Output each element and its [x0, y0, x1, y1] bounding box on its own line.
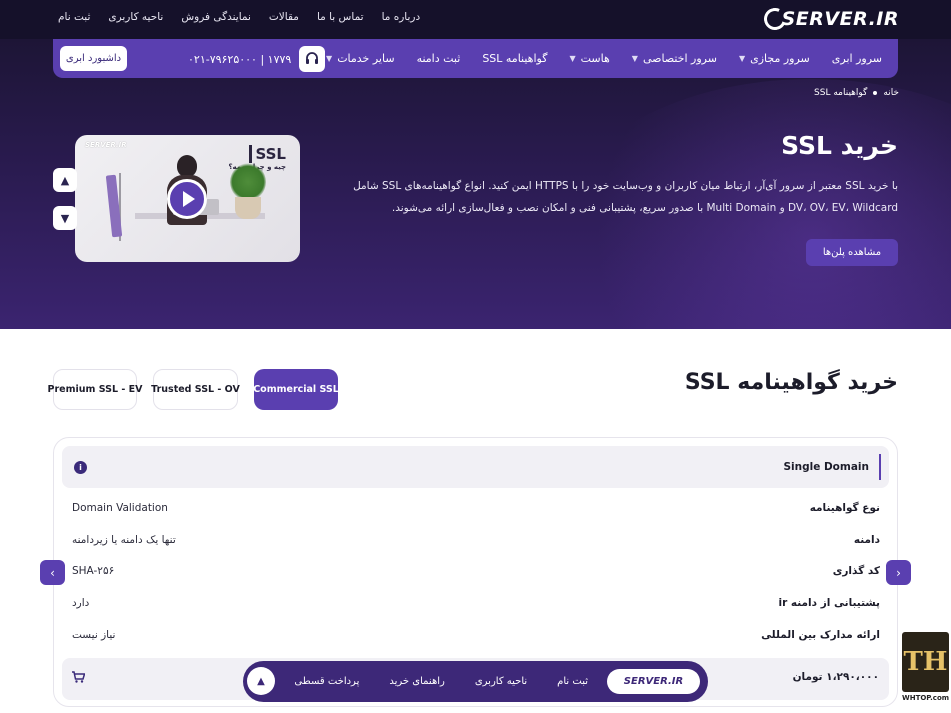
- plan-header: Single Domain i: [62, 446, 889, 488]
- slider-next-button[interactable]: ›: [886, 560, 911, 585]
- site-logo[interactable]: SERVER.IR: [760, 4, 899, 34]
- phone-number: ۰۲۱-۷۹۶۲۵۰۰۰ | ۱۷۷۹: [188, 52, 292, 66]
- nav-label: سرور ابری: [831, 52, 882, 65]
- video-title: SSL: [248, 145, 286, 163]
- top-link-register[interactable]: ثبت نام: [58, 11, 90, 23]
- breadcrumb: خانه گواهینامه SSL: [814, 88, 899, 98]
- plan-row: کد گذاری SHA-۲۵۶: [72, 565, 880, 585]
- row-value: نیاز نیست: [72, 629, 116, 641]
- row-value: دارد: [72, 597, 90, 609]
- breadcrumb-home[interactable]: خانه: [883, 88, 899, 98]
- row-label: دامنه: [853, 534, 880, 546]
- view-plans-button[interactable]: مشاهده پلن‌ها: [806, 239, 898, 266]
- headset-icon: [299, 46, 326, 72]
- top-bar: SERVER.IR درباره ما تماس با ما مقالات نم…: [0, 0, 951, 39]
- tab-commercial-ssl[interactable]: Commercial SSL: [253, 369, 339, 410]
- row-label: کد گذاری: [832, 565, 880, 577]
- plan-row: پشتیبانی از دامنه ir دارد: [72, 597, 880, 617]
- top-link-reseller[interactable]: نمایندگی فروش: [181, 11, 251, 23]
- breadcrumb-current: گواهینامه SSL: [814, 88, 868, 98]
- plan-row: نوع گواهینامه Domain Validation: [72, 502, 880, 522]
- nav-label: سرور اختصاصی: [642, 52, 717, 65]
- chevron-down-icon[interactable]: ▼: [53, 206, 77, 230]
- video-plant-leaves: [230, 163, 266, 201]
- watermark: TH WHTOP.com: [902, 632, 949, 704]
- logo-text: SERVER.IR: [781, 8, 899, 30]
- row-value: Domain Validation: [72, 502, 168, 514]
- nav-item-domain[interactable]: ثبت دامنه: [417, 52, 461, 65]
- video-thumbnail[interactable]: SERVER.IR SSL چیه و چرا مهمه؟: [75, 135, 300, 262]
- chevron-down-icon: ▼: [326, 54, 333, 63]
- row-label: ارائه مدارک بین المللی: [761, 629, 880, 641]
- chevron-down-icon: ▼: [569, 54, 576, 63]
- top-link-contact[interactable]: تماس با ما: [317, 11, 364, 23]
- page-title: خرید SSL: [781, 131, 898, 160]
- floating-nav-installment[interactable]: پرداخت قسطی: [294, 676, 359, 687]
- nav-item-dedicated[interactable]: سرور اختصاصی ▼: [632, 52, 717, 65]
- top-link-articles[interactable]: مقالات: [269, 11, 299, 23]
- chevron-up-icon[interactable]: ▲: [53, 168, 77, 192]
- watermark-logo: TH: [902, 632, 949, 692]
- play-icon[interactable]: [167, 179, 207, 219]
- video-logo: SERVER.IR: [85, 141, 127, 149]
- watermark-text: WHTOP.com: [902, 694, 950, 702]
- top-link-about[interactable]: درباره ما: [382, 11, 421, 23]
- chevron-down-icon: ▼: [631, 54, 638, 63]
- nav-item-vps[interactable]: سرور مجازی ▼: [739, 52, 810, 65]
- video-plant-pot: [235, 197, 261, 219]
- nav-item-host[interactable]: هاست ▼: [569, 52, 609, 65]
- plan-row: دامنه تنها یک دامنه یا زیردامنه: [72, 534, 880, 554]
- cart-icon[interactable]: [72, 671, 86, 687]
- dashboard-button[interactable]: داشبورد ابری: [60, 46, 127, 71]
- info-icon[interactable]: i: [74, 461, 87, 474]
- nav-label: ثبت دامنه: [416, 52, 461, 65]
- hero-description: با خرید SSL معتبر از سرور آی‌آر، ارتباط …: [353, 180, 898, 214]
- plan-name: Single Domain: [783, 454, 881, 480]
- tab-trusted-ssl-ov[interactable]: Trusted SSL - OV: [151, 369, 240, 410]
- nav-label: هاست: [580, 52, 610, 65]
- nav-item-other-services[interactable]: سایر خدمات ▼: [326, 52, 395, 65]
- floating-nav-logo[interactable]: SERVER.IR: [607, 669, 700, 694]
- floating-nav-purchase-guide[interactable]: راهنمای خرید: [389, 676, 444, 687]
- plan-row: ارائه مدارک بین المللی نیاز نیست: [72, 629, 880, 649]
- top-links: درباره ما تماس با ما مقالات نمایندگی فرو…: [58, 11, 420, 23]
- top-link-user-area[interactable]: ناحیه کاربری: [108, 11, 163, 23]
- row-value: SHA-۲۵۶: [72, 565, 115, 577]
- section-title: خرید گواهینامه SSL: [684, 370, 898, 395]
- nav-label: سرور مجازی: [750, 52, 810, 65]
- nav-label: سایر خدمات: [337, 52, 395, 65]
- floating-nav-user-area[interactable]: ناحیه کاربری: [475, 676, 527, 687]
- floating-logo-text: SERVER.IR: [623, 676, 684, 687]
- slider-prev-button[interactable]: ‹: [40, 560, 65, 585]
- breadcrumb-separator: [873, 91, 878, 95]
- main-nav: سرور ابری سرور مجازی ▼ سرور اختصاصی ▼ هاست…: [53, 39, 898, 78]
- nav-item-cloud-server[interactable]: سرور ابری: [832, 52, 882, 65]
- hero-section: سرور ابری سرور مجازی ▼ سرور اختصاصی ▼ هاست…: [0, 39, 951, 329]
- chevron-down-icon: ▼: [738, 54, 746, 63]
- row-label: پشتیبانی از دامنه ir: [778, 597, 880, 609]
- row-value: تنها یک دامنه یا زیردامنه: [72, 534, 176, 546]
- floating-nav-register[interactable]: ثبت نام: [557, 676, 588, 687]
- plan-price: ۱،۲۹۰،۰۰۰ تومان: [792, 671, 879, 683]
- row-label: نوع گواهینامه: [809, 502, 880, 514]
- tab-premium-ssl-ev[interactable]: Premium SSL - EV: [48, 369, 142, 410]
- floating-nav: SERVER.IR ثبت نام ناحیه کاربری راهنمای خ…: [243, 661, 708, 702]
- phone-contact[interactable]: ۰۲۱-۷۹۶۲۵۰۰۰ | ۱۷۷۹: [188, 46, 326, 72]
- chevron-up-icon[interactable]: ▲: [247, 667, 275, 695]
- nav-label: گواهینامه SSL: [482, 52, 548, 65]
- nav-item-ssl[interactable]: گواهینامه SSL: [482, 52, 547, 65]
